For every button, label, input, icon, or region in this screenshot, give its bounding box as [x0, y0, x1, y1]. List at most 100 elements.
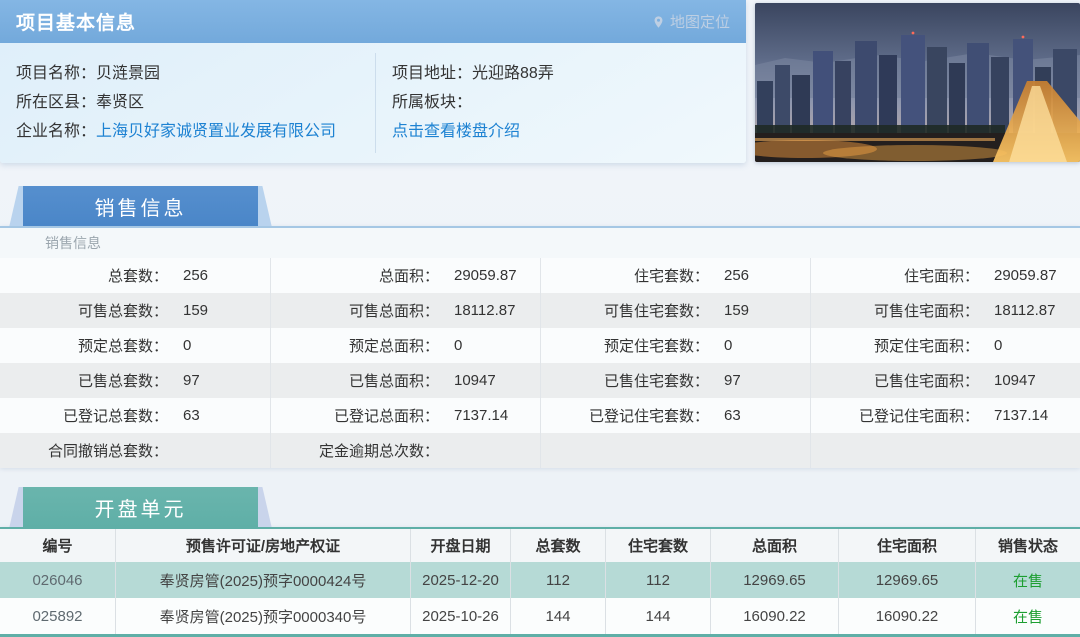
map-link-label: 地图定位 — [669, 14, 730, 31]
sales-cell: 预定住宅面积： 0 — [810, 328, 1080, 363]
basic-info-header: 项目基本信息 地图定位 — [0, 0, 746, 43]
building-intro-link[interactable]: 点击查看楼盘介绍 — [392, 117, 520, 141]
field-value: 0 — [454, 337, 463, 354]
status-badge: 在售 — [975, 562, 1080, 598]
field-value: 10947 — [994, 372, 1036, 389]
field-label: 项目地址： — [392, 64, 473, 82]
sales-cell: 总套数： 256 — [0, 258, 270, 293]
field-label: 预定住宅面积： — [873, 338, 979, 355]
sales-cell: 住宅套数： 256 — [540, 258, 810, 293]
cell-total-area: 12969.65 — [710, 562, 838, 598]
table-header-row: 编号 预售许可证/房地产权证 开盘日期 总套数 住宅套数 总面积 住宅面积 销售… — [0, 529, 1080, 562]
column-header: 总面积 — [710, 529, 838, 562]
tab-sales-info-label: 销售信息 — [23, 186, 258, 226]
top-section: 项目基本信息 地图定位 项目名称： 贝涟景园 所在区县： 奉贤区 企业名称： 上… — [0, 0, 1080, 163]
cell-total-units: 112 — [510, 562, 605, 598]
sales-cell: 已登记总面积： 7137.14 — [270, 398, 540, 433]
table-row: 合同撤销总套数： 定金逾期总次数： — [0, 433, 1080, 468]
cell-opening-date: 2025-12-20 — [410, 562, 510, 598]
sales-table: 总套数： 256 总面积： 29059.87 住宅套数： 256 住宅面积： 29059… — [0, 258, 1080, 468]
field-value: 159 — [183, 302, 209, 319]
cell-total-units: 144 — [510, 598, 605, 634]
basic-info-panel: 项目基本信息 地图定位 项目名称： 贝涟景园 所在区县： 奉贤区 企业名称： 上… — [0, 0, 746, 163]
field-label: 可售总套数： — [77, 303, 168, 320]
field-value: 7137.14 — [994, 407, 1049, 424]
company-link[interactable]: 上海贝好家诚贤置业发展有限公司 — [96, 117, 336, 141]
field-value: 97 — [183, 372, 200, 389]
field-value: 0 — [724, 337, 733, 354]
field-value: 0 — [183, 337, 192, 354]
map-pin-icon — [652, 14, 665, 30]
basic-info-right-column: 项目地址： 光迎路88弄 所属板块： 点击查看楼盘介绍 — [375, 56, 746, 163]
opening-units-section: 开盘单元 编号 预售许可证/房地产权证 开盘日期 总套数 住宅套数 总面积 住宅… — [0, 487, 1080, 637]
field-value: 7137.14 — [454, 407, 509, 424]
basic-info-body: 项目名称： 贝涟景园 所在区县： 奉贤区 企业名称： 上海贝好家诚贤置业发展有限… — [0, 43, 746, 163]
sales-info-box: 销售信息 总套数： 256 总面积： 29059.87 住宅套数： 256 住宅面积：… — [0, 226, 1080, 468]
field-label: 已售住宅套数： — [603, 373, 709, 390]
tab-sales-info: 销售信息 — [9, 186, 272, 226]
field-label: 预定总套数： — [77, 338, 168, 355]
field-value: 63 — [724, 407, 741, 424]
cell-residential-area: 16090.22 — [838, 598, 975, 634]
cell-license: 奉贤房管(2025)预字0000424号 — [115, 562, 410, 598]
cell-unit-id: 025892 — [32, 607, 83, 625]
sales-cell: 可售住宅套数： 159 — [540, 293, 810, 328]
column-header: 住宅套数 — [605, 529, 710, 562]
sales-cell: 已登记住宅面积： 7137.14 — [810, 398, 1080, 433]
field-label: 已登记总面积： — [333, 408, 439, 425]
cell-opening-date: 2025-10-26 — [410, 598, 510, 634]
field-value: 奉贤区 — [96, 93, 145, 111]
field-label: 可售总面积： — [348, 303, 439, 320]
map-locate-link[interactable]: 地图定位 — [652, 11, 730, 32]
table-row: 总套数： 256 总面积： 29059.87 住宅套数： 256 住宅面积： 29059… — [0, 258, 1080, 293]
column-header: 预售许可证/房地产权证 — [115, 529, 410, 562]
sales-cell: 预定总面积： 0 — [270, 328, 540, 363]
sales-cell — [810, 433, 1080, 468]
table-row: 026046 奉贤房管(2025)预字0000424号 2025-12-20 1… — [0, 562, 1080, 598]
sales-cell: 已售总套数： 97 — [0, 363, 270, 398]
tab-opening-units-label: 开盘单元 — [23, 487, 258, 527]
field-label: 住宅面积： — [903, 268, 979, 285]
field-value: 29059.87 — [454, 267, 517, 284]
table-row: 预定总套数： 0 预定总面积： 0 预定住宅套数： 0 预定住宅面积： 0 — [0, 328, 1080, 363]
info-field-section: 所属板块： — [392, 85, 746, 114]
city-photo — [755, 3, 1080, 162]
column-header: 开盘日期 — [410, 529, 510, 562]
field-label: 已登记住宅套数： — [588, 408, 709, 425]
field-label: 定金逾期总次数： — [318, 443, 439, 460]
cell-total-area: 16090.22 — [710, 598, 838, 634]
city-skyline-illustration — [755, 3, 1080, 162]
table-row: 025892 奉贤房管(2025)预字0000340号 2025-10-26 1… — [0, 598, 1080, 634]
cell-residential-units: 144 — [605, 598, 710, 634]
field-label: 住宅套数： — [633, 268, 709, 285]
sales-cell: 已登记住宅套数： 63 — [540, 398, 810, 433]
column-header: 编号 — [42, 538, 73, 555]
field-value: 159 — [724, 302, 750, 319]
field-value: 256 — [724, 267, 750, 284]
column-header: 总套数 — [510, 529, 605, 562]
field-label: 总套数： — [107, 268, 168, 285]
field-value: 18112.87 — [994, 302, 1056, 319]
field-value: 29059.87 — [994, 267, 1057, 284]
info-field-company: 企业名称： 上海贝好家诚贤置业发展有限公司 — [16, 114, 375, 143]
field-label: 已登记总套数： — [62, 408, 168, 425]
field-label: 预定住宅套数： — [603, 338, 709, 355]
opening-units-table: 编号 预售许可证/房地产权证 开盘日期 总套数 住宅套数 总面积 住宅面积 销售… — [0, 527, 1080, 637]
sales-cell: 可售总面积： 18112.87 — [270, 293, 540, 328]
field-label: 所属板块： — [392, 93, 473, 111]
field-label: 项目名称： — [16, 64, 97, 82]
info-field-district: 所在区县： 奉贤区 — [16, 85, 375, 114]
cell-residential-units: 112 — [605, 562, 710, 598]
field-value: 63 — [183, 407, 200, 424]
field-label: 合同撤销总套数： — [47, 443, 168, 460]
info-field-project-name: 项目名称： 贝涟景园 — [16, 56, 375, 85]
sales-cell: 已售住宅面积： 10947 — [810, 363, 1080, 398]
field-label: 预定总面积： — [348, 338, 439, 355]
table-row: 已售总套数： 97 已售总面积： 10947 已售住宅套数： 97 已售住宅面积： 10… — [0, 363, 1080, 398]
sales-cell: 预定总套数： 0 — [0, 328, 270, 363]
cell-residential-area: 12969.65 — [838, 562, 975, 598]
field-label: 企业名称： — [16, 122, 97, 140]
field-label: 已售总面积： — [348, 373, 439, 390]
info-field-address: 项目地址： 光迎路88弄 — [392, 56, 746, 85]
sales-cell: 合同撤销总套数： — [0, 433, 270, 468]
